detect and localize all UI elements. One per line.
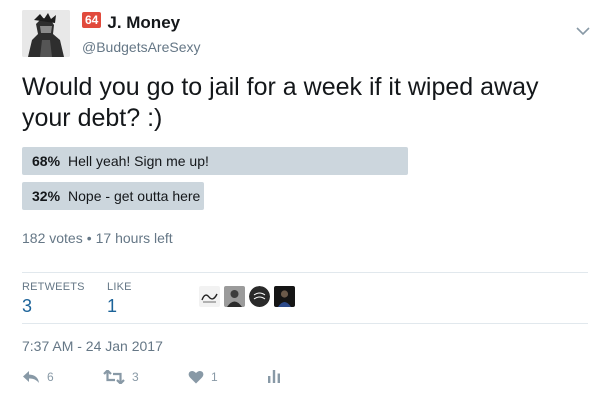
- retweets-stat[interactable]: RETWEETS 3: [22, 281, 85, 317]
- like-count: 1: [211, 370, 218, 384]
- retweets-value[interactable]: 3: [22, 296, 85, 317]
- notification-badge: 64: [82, 12, 102, 28]
- analytics-icon: [268, 370, 280, 383]
- liker-avatar[interactable]: [199, 286, 220, 307]
- liker-avatar[interactable]: [224, 286, 245, 307]
- chevron-down-icon[interactable]: [576, 27, 590, 36]
- author-name-row[interactable]: 64 J. Money: [82, 12, 180, 34]
- divider: [22, 323, 588, 324]
- liker-avatar[interactable]: [249, 286, 270, 307]
- retweet-icon: [103, 370, 125, 384]
- liker-avatars: [199, 286, 299, 307]
- reply-icon: [23, 371, 39, 383]
- heart-icon: [188, 370, 204, 384]
- divider: [22, 272, 588, 273]
- poll-option-label: Hell yeah! Sign me up!: [68, 153, 209, 169]
- like-button[interactable]: 1: [188, 370, 218, 384]
- retweet-count: 3: [132, 370, 139, 384]
- display-name[interactable]: J. Money: [107, 13, 180, 33]
- reply-button[interactable]: 6: [22, 370, 54, 384]
- poll-vote-count: 182 votes: [22, 230, 83, 246]
- likes-label: LIKE: [107, 281, 132, 293]
- likes-stat[interactable]: LIKE 1: [107, 281, 132, 317]
- poll-percent: 32%: [32, 188, 61, 204]
- avatar[interactable]: [22, 10, 70, 57]
- likes-value[interactable]: 1: [107, 296, 132, 317]
- poll-meta: 182 votes • 17 hours left: [22, 230, 173, 246]
- poll-percent: 68%: [32, 153, 61, 169]
- poll-option: 68% Hell yeah! Sign me up!: [22, 147, 408, 175]
- analytics-button[interactable]: [268, 370, 280, 383]
- tweet-timestamp[interactable]: 7:37 AM - 24 Jan 2017: [22, 338, 163, 354]
- reply-count: 6: [47, 370, 54, 384]
- poll-option: 32% Nope - get outta here: [22, 182, 204, 210]
- liker-avatar[interactable]: [274, 286, 295, 307]
- user-handle[interactable]: @BudgetsAreSexy: [82, 39, 201, 55]
- poll-option-label: Nope - get outta here: [68, 188, 201, 204]
- retweet-button[interactable]: 3: [103, 370, 139, 384]
- separator-dot: •: [86, 230, 92, 246]
- tweet-text: Would you go to jail for a week if it wi…: [22, 73, 539, 132]
- poll-time-left: 17 hours left: [95, 230, 173, 246]
- retweets-label: RETWEETS: [22, 281, 85, 293]
